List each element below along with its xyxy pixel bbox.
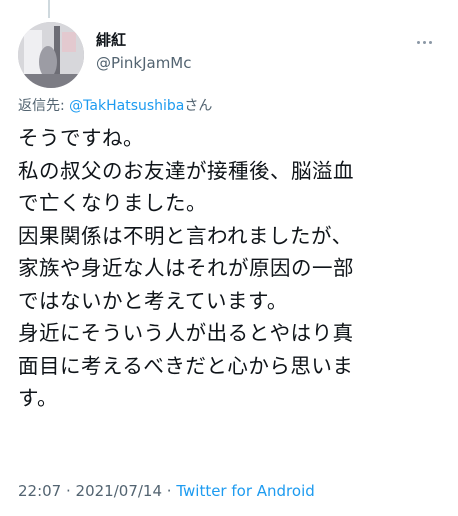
tweet-source-link[interactable]: Twitter for Android <box>176 482 314 500</box>
meta-separator: · <box>162 482 177 500</box>
tweet-text-line: で亡くなりました。 <box>18 191 207 215</box>
more-dot <box>416 40 420 44</box>
tweet-header: 緋紅 @PinkJamMc <box>18 22 442 88</box>
tweet-text-line: す。 <box>18 386 58 410</box>
tweet-text-line: そうですね。 <box>18 126 144 150</box>
tweet-time[interactable]: 22:07 <box>18 482 61 500</box>
more-dot <box>428 40 432 44</box>
tweet-date[interactable]: 2021/07/14 <box>76 482 162 500</box>
replying-to: 返信先: @TakHatsushibaさん <box>18 96 212 116</box>
tweet-text: そうですね。 私の叔父のお友達が接種後、脳溢血 で亡くなりました。 因果関係は不… <box>18 122 448 415</box>
meta-separator: · <box>61 482 76 500</box>
replying-to-mention[interactable]: @TakHatsushiba <box>69 98 184 114</box>
tweet-text-line: 因果関係は不明と言われましたが、 <box>18 223 353 248</box>
thread-connector-line <box>48 0 50 18</box>
more-dot <box>422 40 426 44</box>
avatar[interactable] <box>18 22 84 88</box>
tweet-metadata: 22:07 · 2021/07/14 · Twitter for Android <box>18 480 315 502</box>
tweet-text-line: 家族や身近な人はそれが原因の一部 <box>18 256 354 280</box>
more-options-icon[interactable] <box>412 34 436 50</box>
tweet-text-line: ではないかと考えています。 <box>18 288 288 313</box>
replying-to-label: 返信先: <box>18 98 70 114</box>
avatar-photo <box>18 22 84 88</box>
replying-to-suffix: さん <box>184 98 213 114</box>
tweet-text-line: 面目に考えるべきだと心から思いま <box>18 353 354 378</box>
tweet-text-line: 私の叔父のお友達が接種後、脳溢血 <box>18 158 354 183</box>
user-handle[interactable]: @PinkJamMc <box>96 52 192 74</box>
tweet-text-line: 身近にそういう人が出るとやはり真 <box>18 321 354 345</box>
display-name[interactable]: 緋紅 <box>96 30 192 50</box>
